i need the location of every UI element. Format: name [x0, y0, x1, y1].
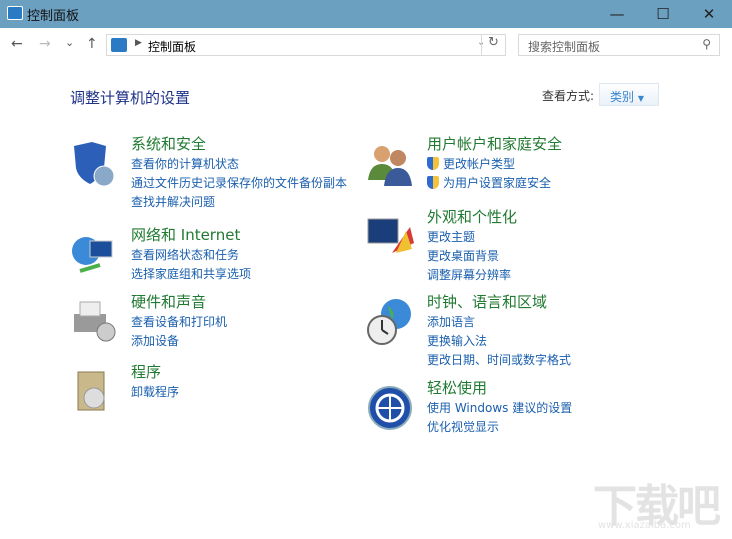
category-link[interactable]: 选择家庭组和共享选项 — [131, 265, 251, 284]
window-title: 控制面板 — [27, 9, 80, 24]
search-placeholder: 搜索控制面板 — [528, 40, 601, 54]
view-by-label: 查看方式: — [542, 89, 595, 103]
category-link[interactable]: 为用户设置家庭安全 — [427, 174, 562, 193]
breadcrumb-control-panel[interactable]: 控制面板 — [148, 38, 196, 55]
search-input[interactable]: 搜索控制面板 ⚲ — [518, 34, 720, 56]
category-link[interactable]: 添加设备 — [131, 332, 227, 351]
category-title[interactable]: 时钟、语言和区域 — [427, 291, 571, 313]
forward-button[interactable]: → — [39, 36, 51, 52]
category-link[interactable]: 查看设备和打印机 — [131, 313, 227, 332]
clock-globe-icon — [367, 299, 411, 345]
view-by-value: 类别 — [610, 90, 635, 104]
control-panel-icon — [7, 6, 23, 20]
maximize-button[interactable]: ☐ — [640, 0, 686, 28]
up-button[interactable]: ↑ — [86, 36, 98, 52]
programs-box-icon — [77, 371, 105, 411]
category-link[interactable]: 更改日期、时间或数字格式 — [427, 351, 571, 370]
category-title[interactable]: 网络和 Internet — [131, 224, 251, 246]
back-button[interactable]: ← — [11, 36, 23, 52]
category-title[interactable]: 外观和个性化 — [427, 206, 517, 228]
recent-locations-button[interactable]: ⌄ — [65, 36, 74, 49]
category-link[interactable]: 优化视觉显示 — [427, 418, 572, 437]
category-title[interactable]: 硬件和声音 — [131, 291, 227, 313]
category-link[interactable]: 查看网络状态和任务 — [131, 246, 251, 265]
category-title[interactable]: 程序 — [131, 361, 179, 383]
users-icon — [368, 146, 412, 186]
category-link[interactable]: 卸载程序 — [131, 383, 179, 402]
watermark-url: www.xiazaiba.com — [598, 520, 691, 531]
category-link[interactable]: 查找并解决问题 — [131, 193, 347, 212]
category-title[interactable]: 轻松使用 — [427, 377, 572, 399]
category-title[interactable]: 系统和安全 — [131, 133, 347, 155]
network-globe-icon — [72, 237, 113, 273]
search-icon[interactable]: ⚲ — [702, 37, 711, 51]
category-link[interactable]: 查看你的计算机状态 — [131, 155, 347, 174]
page-title: 调整计算机的设置 — [70, 89, 191, 107]
address-bar[interactable]: ▶ 控制面板 ⌄ ↻ — [106, 34, 506, 56]
category-link[interactable]: 添加语言 — [427, 313, 571, 332]
ease-of-access-icon — [368, 386, 412, 430]
category-link[interactable]: 通过文件历史记录保存你的文件备份副本 — [131, 174, 347, 193]
title-bar: 控制面板 — ☐ ✕ — [0, 0, 732, 28]
category-link[interactable]: 更改桌面背景 — [427, 247, 517, 266]
uac-shield-icon — [427, 176, 439, 189]
uac-shield-icon — [427, 157, 439, 170]
category-link[interactable]: 使用 Windows 建议的设置 — [427, 399, 572, 418]
view-by-dropdown[interactable]: 类别 ▼ — [599, 83, 659, 106]
category-link[interactable]: 更改帐户类型 — [427, 155, 562, 174]
monitor-palette-icon — [367, 218, 414, 253]
category-link[interactable]: 更改主题 — [427, 228, 517, 247]
breadcrumb-arrow-icon[interactable]: ▶ — [135, 38, 142, 48]
category-link[interactable]: 更换输入法 — [427, 332, 571, 351]
dropdown-arrow-icon: ▼ — [637, 94, 644, 103]
category-link[interactable]: 调整屏幕分辨率 — [427, 266, 517, 285]
close-button[interactable]: ✕ — [686, 0, 732, 28]
printer-icon — [74, 301, 116, 342]
minimize-button[interactable]: — — [594, 0, 640, 28]
shield-icon — [74, 142, 115, 187]
control-panel-icon — [111, 38, 127, 52]
refresh-button[interactable]: ↻ — [481, 35, 505, 55]
category-title[interactable]: 用户帐户和家庭安全 — [427, 133, 562, 155]
